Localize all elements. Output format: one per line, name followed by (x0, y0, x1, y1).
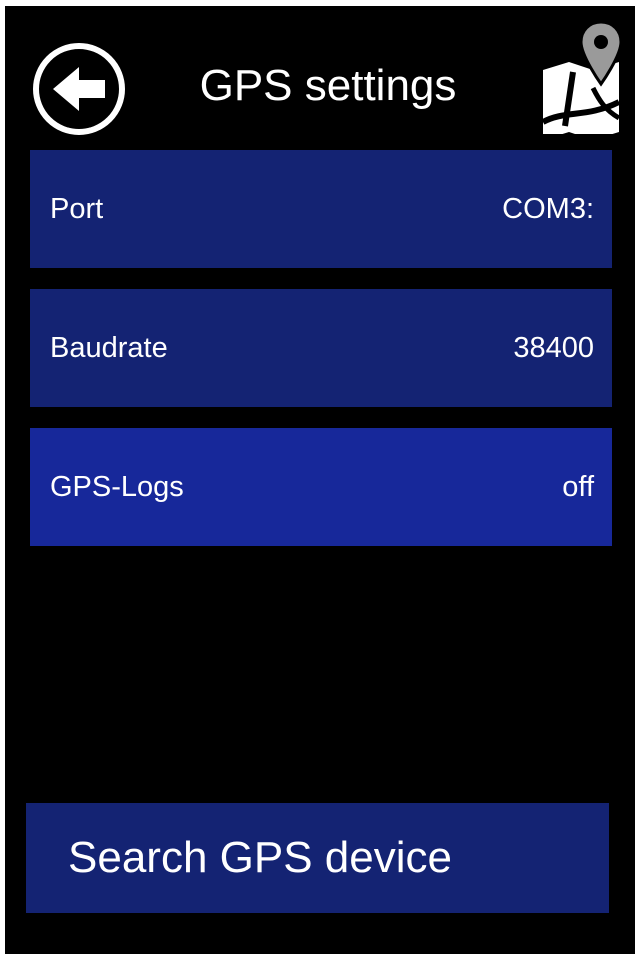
page-title: GPS settings (199, 61, 457, 110)
search-gps-device-button[interactable]: Search GPS device (26, 803, 609, 913)
setting-row-port[interactable]: Port COM3: (30, 150, 612, 268)
map-pin-icon[interactable] (535, 22, 625, 134)
port-value: COM3: (502, 192, 594, 225)
back-arrow-icon (53, 67, 105, 111)
back-button[interactable] (33, 43, 125, 135)
search-gps-device-label: Search GPS device (68, 833, 452, 882)
baudrate-label: Baudrate (50, 331, 168, 364)
gps-settings-screen: GPS settings Port COM3: Baudrate 38400 G… (5, 6, 635, 954)
setting-row-gps-logs[interactable]: GPS-Logs off (30, 428, 612, 546)
baudrate-value: 38400 (513, 331, 594, 364)
gps-logs-label: GPS-Logs (50, 470, 184, 503)
gps-logs-value: off (562, 470, 594, 503)
setting-row-baudrate[interactable]: Baudrate 38400 (30, 289, 612, 407)
port-label: Port (50, 192, 104, 225)
